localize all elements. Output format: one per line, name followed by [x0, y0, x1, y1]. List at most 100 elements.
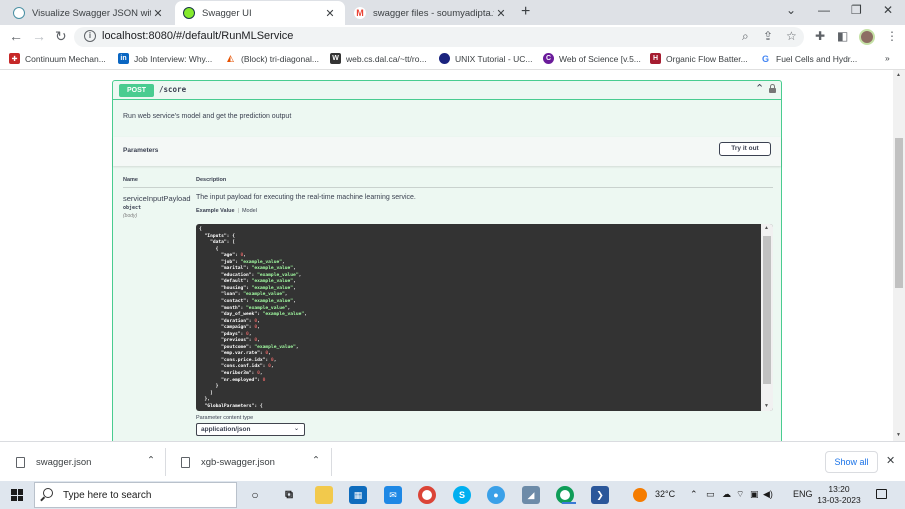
mail-icon[interactable]: ✉ — [384, 486, 402, 504]
forward-arrow-icon[interactable]: → — [32, 28, 46, 44]
chevron-up-icon[interactable]: ⌃ — [312, 455, 320, 466]
code-scroll-thumb[interactable] — [763, 236, 771, 384]
share-icon[interactable]: ⇪ — [763, 29, 773, 43]
parameter-type: object — [123, 205, 142, 211]
weather-sun-icon[interactable] — [633, 488, 647, 502]
side-panel-icon[interactable]: ◧ — [837, 29, 848, 43]
tab-close-icon[interactable]: ✕ — [151, 7, 165, 20]
gmail-favicon-icon: M — [354, 7, 366, 19]
file-icon — [181, 456, 190, 468]
tab-search-icon[interactable]: ⌄ — [786, 3, 796, 17]
page-scrollbar[interactable]: ▲ ▼ — [893, 70, 905, 441]
bookmark-item[interactable]: UNIX Tutorial - UC... — [439, 53, 532, 64]
bookmark-item[interactable]: ✚ Continuum Mechan... — [9, 53, 106, 64]
code-line: "GlobalParameters": { — [199, 403, 263, 409]
code-scrollbar[interactable]: ▲ ▼ — [761, 224, 773, 411]
new-tab-button[interactable]: + — [521, 3, 530, 21]
cortana-circle-icon[interactable]: ○ — [246, 486, 264, 504]
browser-toolbar: ← → ↻ i localhost:8080/#/default/RunMLSe… — [0, 25, 905, 49]
mathworks-icon: ◭ — [225, 53, 236, 64]
bookmark-item[interactable]: ◭ (Block) tri-diagonal... — [225, 53, 319, 64]
system-clock[interactable]: 13:20 13-03-2023 — [815, 484, 863, 506]
page-scroll-thumb[interactable] — [895, 138, 903, 288]
bookmark-item[interactable]: W web.cs.dal.ca/~tt/ro... — [330, 53, 427, 64]
onedrive-icon[interactable]: ☁ — [722, 489, 731, 500]
notifications-icon[interactable] — [876, 489, 887, 499]
powershell-icon[interactable]: ❯ — [591, 486, 609, 504]
parameters-title: Parameters — [123, 147, 159, 154]
search-placeholder: Type here to search — [63, 490, 152, 501]
parameter-location: (body) — [123, 213, 138, 219]
close-window-button[interactable]: ✕ — [883, 3, 893, 17]
swagger-favicon-icon — [183, 7, 195, 19]
microsoft-store-icon[interactable]: ▦ — [349, 486, 367, 504]
bookmark-item[interactable]: in Job Interview: Why... — [118, 53, 212, 64]
tab-model[interactable]: Model — [242, 208, 257, 214]
close-downloads-icon[interactable]: ✕ — [886, 454, 895, 467]
divider — [123, 187, 773, 188]
tab-separator: | — [237, 208, 239, 214]
example-value-code-block[interactable]: { "Inputs": { "data": [ { "age": 0, "job… — [196, 224, 773, 411]
bookmark-item[interactable]: C Web of Science [v.5... — [543, 53, 641, 64]
scroll-up-arrow-icon[interactable]: ▲ — [764, 225, 769, 231]
skype-icon[interactable]: S — [453, 486, 471, 504]
chevron-up-icon[interactable]: ⌃ — [147, 455, 155, 466]
battery-icon[interactable]: ▭ — [706, 489, 715, 500]
menu-kebab-icon[interactable]: ⋮ — [886, 29, 898, 43]
back-arrow-icon[interactable]: ← — [9, 28, 23, 44]
tab-swagger-ui[interactable]: Swagger UI ✕ — [175, 1, 345, 25]
lock-icon[interactable] — [769, 84, 776, 93]
bookmarks-overflow-button[interactable]: » — [885, 53, 890, 63]
network-icon[interactable]: ⌔ — [736, 489, 744, 500]
profile-avatar[interactable] — [859, 29, 875, 45]
restore-button[interactable]: ❐ — [851, 3, 862, 17]
content-type-select[interactable]: application/json ⌄ — [196, 423, 305, 436]
bookmark-item[interactable]: G Fuel Cells and Hydr... — [760, 53, 857, 64]
chevron-up-icon[interactable]: ⌃ — [755, 82, 764, 95]
show-hidden-icons-chevron-icon[interactable]: ⌃ — [690, 489, 698, 500]
clock-time: 13:20 — [828, 484, 850, 494]
download-item[interactable]: xgb-swagger.json — [181, 442, 275, 482]
operation-summary[interactable]: POST /score ⌃ — [113, 81, 781, 100]
minimize-button[interactable]: — — [818, 3, 830, 17]
tab-close-icon[interactable]: ✕ — [323, 7, 337, 20]
tab-close-icon[interactable]: ✕ — [494, 7, 508, 20]
scroll-down-arrow-icon[interactable]: ▼ — [896, 432, 901, 438]
try-it-out-button[interactable]: Try it out — [719, 142, 771, 156]
bookmark-item[interactable]: H Organic Flow Batter... — [650, 53, 748, 64]
task-view-icon[interactable]: ⧉ — [280, 486, 298, 504]
meet-icon[interactable]: ▣ — [750, 489, 759, 500]
search-icon — [43, 488, 53, 498]
site-favicon-icon: H — [650, 53, 661, 64]
chrome-icon[interactable] — [418, 486, 436, 504]
reload-icon[interactable]: ↻ — [55, 28, 67, 45]
taskbar-search-input[interactable]: Type here to search — [34, 482, 237, 508]
bookmark-star-icon[interactable]: ☆ — [786, 29, 797, 43]
show-all-button[interactable]: Show all — [825, 451, 878, 473]
windows-start-icon[interactable] — [11, 489, 23, 501]
clock-date: 13-03-2023 — [817, 495, 861, 505]
bookmark-label: Fuel Cells and Hydr... — [776, 53, 858, 64]
file-explorer-icon[interactable] — [315, 486, 333, 504]
tab-example-value[interactable]: Example Value — [196, 208, 235, 214]
example-model-tabs: Example Value | Model — [196, 208, 257, 214]
language-indicator[interactable]: ENG — [793, 489, 813, 499]
volume-icon[interactable]: ◀) — [763, 489, 773, 500]
operation-block-post-score: POST /score ⌃ Run web service's model an… — [112, 80, 782, 441]
app-icon[interactable]: ◢ — [522, 486, 540, 504]
download-item[interactable]: swagger.json — [16, 442, 91, 482]
chrome-active-icon[interactable] — [556, 486, 576, 504]
weather-temperature[interactable]: 32°C — [655, 489, 675, 499]
extensions-puzzle-icon[interactable]: ✚ — [815, 29, 825, 43]
scroll-down-arrow-icon[interactable]: ▼ — [764, 403, 769, 409]
address-bar[interactable]: i localhost:8080/#/default/RunMLService … — [74, 27, 804, 47]
app-icon[interactable]: ● — [487, 486, 505, 504]
site-info-icon[interactable]: i — [84, 30, 96, 42]
tab-gmail-swagger-files[interactable]: M swagger files - soumyadipta.tue ✕ — [346, 1, 516, 25]
tab-visualize-swagger[interactable]: Visualize Swagger JSON with Do ✕ — [5, 1, 173, 25]
zoom-search-icon[interactable]: ⌕ — [742, 29, 749, 44]
parameters-header: Parameters Try it out — [113, 137, 781, 166]
http-method-badge: POST — [119, 84, 154, 97]
url-text[interactable]: localhost:8080/#/default/RunMLService — [102, 30, 293, 42]
scroll-up-arrow-icon[interactable]: ▲ — [896, 72, 901, 78]
